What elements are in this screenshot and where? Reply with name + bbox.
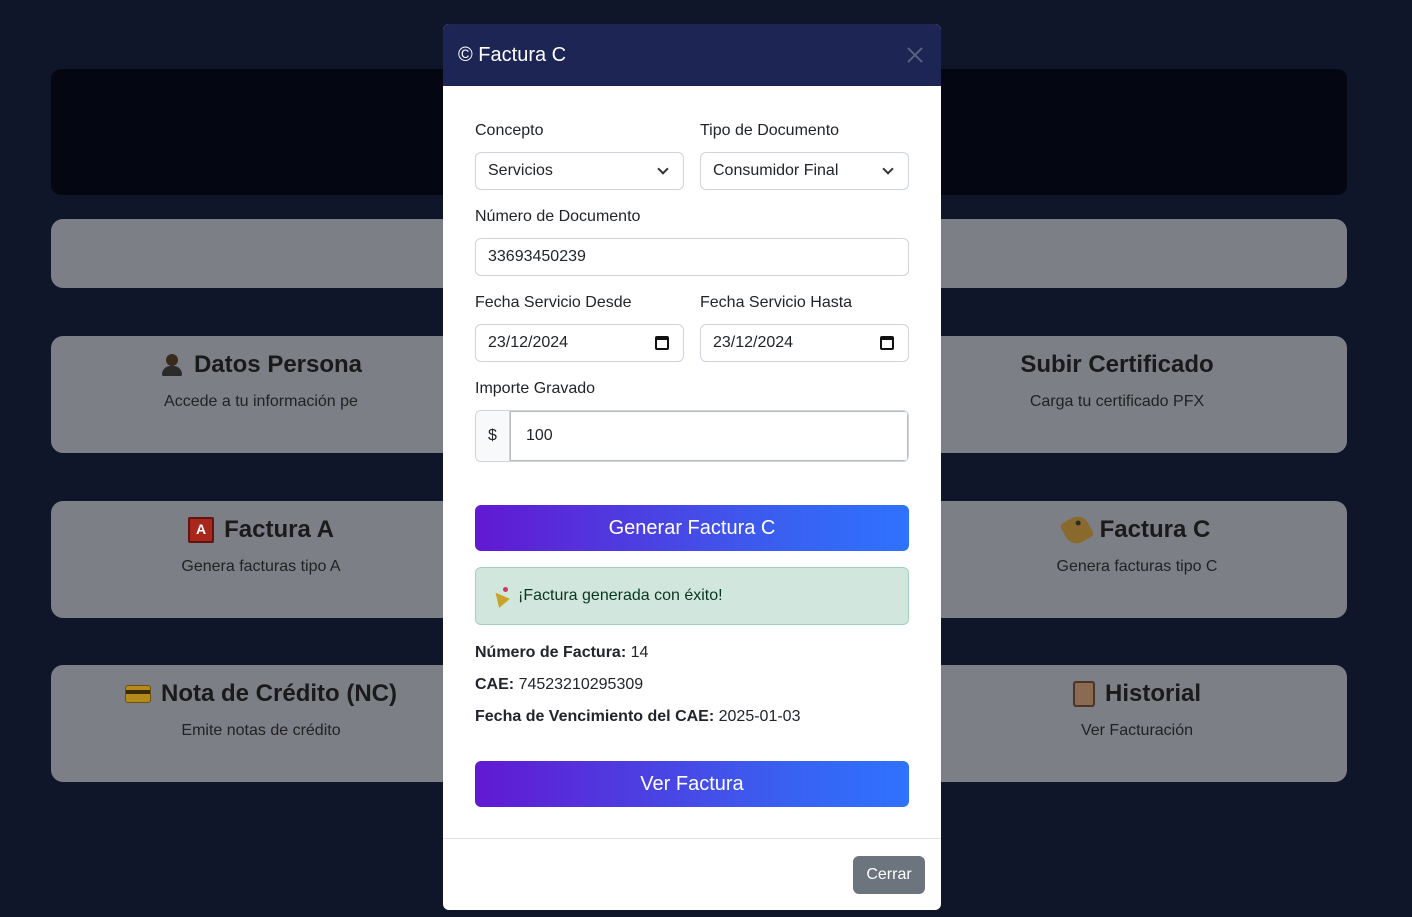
- importe-input[interactable]: 100: [510, 411, 908, 461]
- card-nota-credito[interactable]: Nota de Crédito (NC) Emite notas de créd…: [51, 665, 471, 740]
- card-title: Factura C: [1099, 516, 1211, 543]
- person-icon: [160, 353, 184, 377]
- fecha-hasta-label: Fecha Servicio Hasta: [700, 294, 853, 311]
- factura-result: Número de Factura: 14 CAE: 7452321029530…: [475, 644, 909, 726]
- card-datos-personales[interactable]: Datos Persona Accede a tu información pe: [51, 336, 471, 411]
- modal-title: © Factura C: [458, 43, 567, 66]
- card-description: Accede a tu información pe: [164, 393, 358, 410]
- card-title: Factura A: [224, 516, 334, 543]
- numero-factura-value: 14: [630, 644, 649, 661]
- importe-label: Importe Gravado: [475, 380, 596, 397]
- tipo-documento-select[interactable]: Consumidor Final: [700, 152, 909, 190]
- fecha-hasta-value: 23/12/2024: [713, 334, 794, 351]
- tipo-documento-value: Consumidor Final: [713, 162, 839, 179]
- concepto-select[interactable]: Servicios: [475, 152, 684, 190]
- generar-factura-button[interactable]: Generar Factura C: [475, 505, 909, 551]
- cae-value: 74523210295309: [518, 676, 644, 693]
- vencimiento-cae-label: Fecha de Vencimiento del CAE:: [475, 708, 715, 725]
- numero-documento-input[interactable]: 33693450239: [475, 238, 909, 276]
- tag-icon: [1058, 512, 1095, 548]
- concepto-tipo-row: Concepto Servicios Tipo de Documento Con…: [475, 122, 909, 190]
- card-title: Datos Persona: [193, 351, 363, 378]
- card-subir-certificado[interactable]: Subir Certificado Carga tu certificado P…: [907, 336, 1327, 411]
- calendar-icon[interactable]: [655, 336, 669, 350]
- card-description: Genera facturas tipo A: [181, 558, 341, 575]
- fecha-hasta-group: Fecha Servicio Hasta 23/12/2024: [700, 294, 909, 362]
- modal-header: © Factura C: [443, 24, 941, 86]
- tipo-documento-group: Tipo de Documento Consumidor Final: [700, 122, 909, 190]
- success-message: ¡Factura generada con éxito!: [518, 587, 723, 604]
- scroll-icon: [1072, 681, 1095, 707]
- tipo-documento-label: Tipo de Documento: [700, 122, 840, 139]
- card-title: Historial: [1104, 680, 1202, 707]
- card-title: Nota de Crédito (NC): [161, 680, 397, 707]
- fecha-desde-label: Fecha Servicio Desde: [475, 294, 632, 311]
- fecha-hasta-input[interactable]: 23/12/2024: [700, 324, 909, 362]
- card-title: Subir Certificado: [1020, 351, 1214, 378]
- card-historial[interactable]: Historial Ver Facturación: [927, 665, 1347, 740]
- vencimiento-cae-value: 2025-01-03: [718, 708, 801, 725]
- factura-c-modal: © Factura C Concepto Servicios Tipo de D…: [443, 24, 941, 910]
- card-title-wrap: Datos Persona: [51, 351, 471, 379]
- card-title-wrap: Historial: [927, 680, 1347, 708]
- fecha-desde-value: 23/12/2024: [488, 334, 569, 351]
- card-description: Emite notas de crédito: [181, 722, 341, 739]
- card-description: Carga tu certificado PFX: [1029, 393, 1205, 410]
- numero-documento-group: Número de Documento 33693450239: [475, 208, 909, 276]
- card-title-wrap: Nota de Crédito (NC): [51, 680, 471, 708]
- concepto-label: Concepto: [475, 122, 544, 139]
- chevron-down-icon: [882, 163, 894, 175]
- fecha-desde-group: Fecha Servicio Desde 23/12/2024: [475, 294, 684, 362]
- concepto-group: Concepto Servicios: [475, 122, 684, 190]
- card-factura-a[interactable]: A Factura A Genera facturas tipo A: [51, 501, 471, 576]
- card-description: Genera facturas tipo C: [1056, 558, 1218, 575]
- importe-input-group: $ 100: [475, 410, 909, 462]
- cae-line: CAE: 74523210295309: [475, 676, 909, 694]
- success-alert: ¡Factura generada con éxito!: [475, 567, 909, 625]
- card-title-wrap: A Factura A: [51, 516, 471, 544]
- numero-factura-line: Número de Factura: 14: [475, 644, 909, 662]
- numero-factura-label: Número de Factura:: [475, 644, 627, 661]
- importe-group: Importe Gravado $ 100: [475, 380, 909, 462]
- modal-footer: Cerrar: [443, 838, 941, 910]
- card-title-wrap: Factura C: [927, 512, 1347, 548]
- calendar-icon[interactable]: [880, 336, 894, 350]
- cerrar-button[interactable]: Cerrar: [853, 856, 925, 894]
- fechas-row: Fecha Servicio Desde 23/12/2024 Fecha Se…: [475, 294, 909, 362]
- card-title-wrap: Subir Certificado: [907, 351, 1327, 379]
- card-description: Ver Facturación: [1080, 722, 1194, 739]
- chevron-down-icon: [657, 163, 669, 175]
- currency-prefix: $: [476, 411, 510, 461]
- credit-card-icon: [125, 685, 151, 703]
- letter-a-icon: A: [188, 517, 215, 543]
- party-popper-icon: [492, 587, 510, 605]
- vencimiento-cae-line: Fecha de Vencimiento del CAE: 2025-01-03: [475, 708, 909, 726]
- card-factura-c[interactable]: Factura C Genera facturas tipo C: [927, 501, 1347, 576]
- numero-documento-value: 33693450239: [488, 248, 586, 265]
- cae-label: CAE:: [475, 676, 515, 693]
- fecha-desde-input[interactable]: 23/12/2024: [475, 324, 684, 362]
- numero-documento-label: Número de Documento: [475, 208, 641, 225]
- close-icon[interactable]: [903, 43, 927, 67]
- ver-factura-button[interactable]: Ver Factura: [475, 761, 909, 807]
- concepto-value: Servicios: [488, 162, 553, 179]
